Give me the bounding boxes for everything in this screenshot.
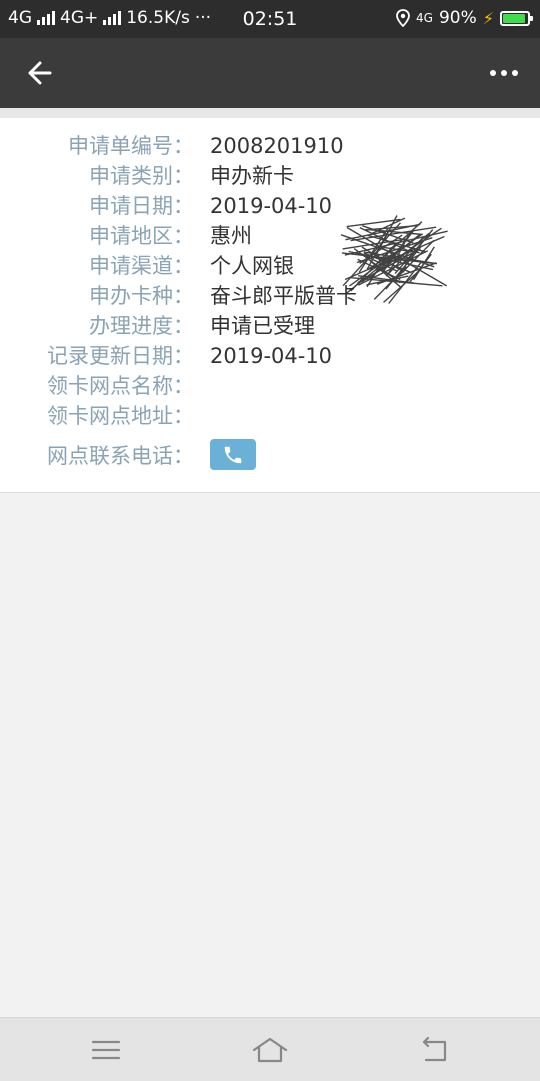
detail-row: 网点联系电话： [0, 441, 540, 471]
detail-label: 网点联系电话： [47, 444, 194, 468]
divider-strip [0, 108, 540, 118]
detail-row: 领卡网点地址： [0, 401, 540, 431]
detail-row: 申请单编号： 2008201910 [0, 131, 540, 161]
battery-level [503, 13, 525, 23]
detail-value: 申请已受理 [210, 314, 315, 338]
status-bar: 4G 4G+ 16.5K/s ··· 02:51 4G 90% ⚡ [0, 0, 540, 38]
battery-icon [500, 10, 533, 26]
network-type-right: 4G [416, 11, 433, 25]
more-button[interactable] [484, 63, 524, 83]
more-dots-icon [501, 70, 507, 76]
detail-row: 申请类别： 申办新卡 [0, 161, 540, 191]
detail-row: 申办卡种： 奋斗郎平版普卡 [0, 281, 540, 311]
detail-label: 领卡网点地址： [47, 404, 194, 428]
more-dots-icon [512, 70, 518, 76]
application-details-card: 申请单编号： 2008201910 申请类别： 申办新卡 申请日期： 2019-04-10… [0, 118, 540, 493]
arrow-left-icon [28, 61, 52, 85]
detail-row: 申请地区： 惠州 [0, 221, 540, 251]
location-icon [396, 9, 410, 27]
detail-label: 领卡网点名称： [47, 374, 194, 398]
system-nav-bar [0, 1017, 540, 1081]
detail-row: 领卡网点名称： [0, 371, 540, 401]
more-dots-icon [490, 70, 496, 76]
detail-label: 申请单编号： [68, 134, 194, 158]
status-right: 4G 90% ⚡ [396, 8, 533, 28]
detail-value: 奋斗郎平版普卡 [210, 284, 357, 308]
detail-label: 申请日期： [89, 194, 194, 218]
detail-value: 2019-04-10 [210, 194, 333, 218]
detail-label: 申请地区： [89, 224, 194, 248]
call-button[interactable] [210, 439, 256, 470]
back-return-icon [422, 1036, 447, 1062]
detail-value: 申办新卡 [210, 164, 294, 188]
detail-label: 申请渠道： [89, 254, 194, 278]
detail-value: 2019-04-10 [210, 344, 333, 368]
menu-icon [91, 1040, 121, 1060]
detail-label: 申请类别： [89, 164, 194, 188]
home-icon [252, 1037, 288, 1063]
detail-label: 记录更新日期： [47, 344, 194, 368]
battery-percent: 90% [438, 8, 477, 28]
app-bar [0, 38, 540, 108]
detail-value: 个人网银 [210, 254, 294, 278]
home-button[interactable] [250, 1032, 290, 1068]
detail-value: 惠州 [210, 224, 252, 248]
back-button[interactable] [22, 55, 62, 91]
detail-label: 办理进度： [89, 314, 194, 338]
menu-button[interactable] [86, 1032, 126, 1068]
detail-row: 申请渠道： 个人网银 [0, 251, 540, 281]
detail-row: 办理进度： 申请已受理 [0, 311, 540, 341]
detail-row: 申请日期： 2019-04-10 [0, 191, 540, 221]
detail-label: 申办卡种： [89, 284, 194, 308]
phone-icon [224, 446, 242, 463]
detail-value: 2008201910 [210, 134, 344, 158]
charging-icon: ⚡ [482, 8, 494, 28]
detail-row: 记录更新日期： 2019-04-10 [0, 341, 540, 371]
back-nav-button[interactable] [414, 1032, 454, 1068]
